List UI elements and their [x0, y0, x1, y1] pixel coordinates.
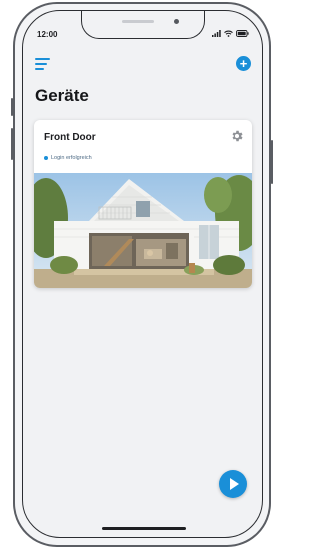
status-dot-icon [44, 156, 48, 160]
home-indicator [102, 527, 186, 530]
device-status-text: Login erfolgreich [51, 155, 92, 161]
camera-preview[interactable] [34, 173, 252, 288]
side-button [11, 98, 13, 116]
status-time: 12:00 [37, 30, 58, 39]
device-name: Front Door [44, 132, 96, 143]
wifi-icon [224, 30, 233, 37]
device-status: Login erfolgreich [44, 155, 92, 161]
page-title: Geräte [35, 86, 89, 105]
device-card-front-door[interactable]: Front Door Login erfolgreich [34, 120, 252, 288]
battery-icon [236, 30, 249, 37]
play-icon[interactable] [219, 470, 247, 498]
status-icons [212, 30, 249, 37]
add-icon[interactable]: + [236, 56, 251, 71]
phone-screen: 12:00 + Geräte Front Door Login erfolgre… [22, 10, 263, 538]
speaker-grille [122, 20, 154, 23]
side-button [271, 140, 273, 184]
front-camera [174, 19, 179, 24]
notch [81, 11, 205, 39]
menu-icon[interactable] [35, 58, 50, 70]
signal-icon [212, 30, 221, 37]
side-button [11, 128, 13, 160]
settings-gear-icon[interactable] [230, 129, 244, 143]
